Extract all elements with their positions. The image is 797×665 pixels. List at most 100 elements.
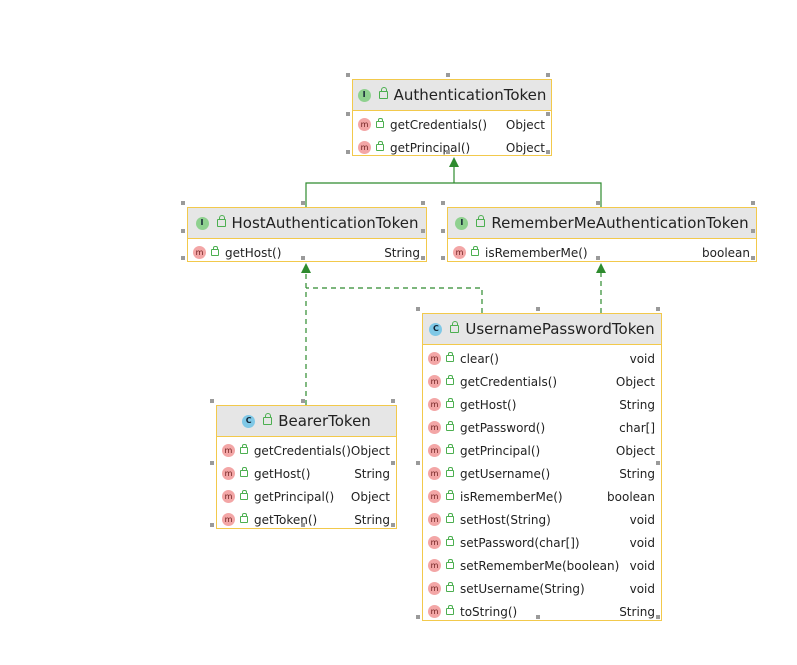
selection-handle[interactable]: [210, 461, 214, 465]
selection-handle[interactable]: [441, 256, 445, 260]
member-row[interactable]: m getCredentials() Object: [423, 370, 661, 393]
selection-handle[interactable]: [416, 307, 420, 311]
node-bearer-token[interactable]: C BearerToken m getCredentials() Object m getH…: [216, 405, 397, 529]
member-row[interactable]: m getHost() String: [188, 241, 426, 264]
selection-handle[interactable]: [421, 256, 425, 260]
public-visibility-icon: [446, 605, 454, 615]
selection-handle[interactable]: [181, 228, 185, 233]
selection-handle[interactable]: [181, 201, 185, 205]
member-name: getPassword(): [460, 420, 546, 435]
selection-handle[interactable]: [596, 256, 600, 260]
member-row[interactable]: m getPrincipal() Object: [353, 136, 551, 159]
selection-handle[interactable]: [301, 256, 305, 260]
selection-handle[interactable]: [536, 615, 540, 619]
selection-handle[interactable]: [656, 307, 660, 311]
member-name: getCredentials(): [390, 117, 488, 132]
selection-handle[interactable]: [751, 256, 755, 260]
member-row[interactable]: m getCredentials() Object: [217, 439, 396, 462]
selection-handle[interactable]: [421, 201, 425, 205]
method-icon: m: [428, 513, 441, 526]
member-return-type: void: [629, 535, 655, 550]
selection-handle[interactable]: [441, 201, 445, 205]
selection-handle[interactable]: [446, 73, 450, 77]
member-name: isRememberMe(): [460, 489, 563, 504]
selection-handle[interactable]: [416, 461, 420, 465]
selection-handle[interactable]: [210, 523, 214, 527]
member-name: setHost(String): [460, 512, 551, 527]
selection-handle[interactable]: [656, 461, 660, 465]
member-row[interactable]: m getPrincipal() Object: [217, 485, 396, 508]
node-authentication-token[interactable]: I AuthenticationToken m getCredentials() Obj…: [352, 79, 552, 156]
selection-handle[interactable]: [300, 523, 305, 527]
public-visibility-icon: [446, 490, 454, 500]
node-header: C BearerToken: [217, 406, 396, 437]
member-row[interactable]: m clear() void: [423, 347, 661, 370]
edge-upt-implements-host[interactable]: [306, 287, 483, 313]
selection-handle[interactable]: [346, 73, 350, 77]
selection-handle[interactable]: [546, 150, 550, 154]
method-icon: m: [428, 444, 441, 457]
member-name: getCredentials(): [253, 443, 351, 458]
selection-handle[interactable]: [416, 615, 420, 619]
selection-handle[interactable]: [751, 228, 755, 233]
class-icon: C: [429, 322, 443, 336]
member-row[interactable]: m toString() String: [423, 600, 661, 623]
member-row[interactable]: m getCredentials() Object: [353, 113, 551, 136]
selection-handle[interactable]: [346, 111, 350, 116]
member-row[interactable]: m getToken() String: [217, 508, 396, 531]
selection-handle[interactable]: [446, 150, 450, 154]
selection-handle[interactable]: [536, 307, 540, 311]
member-return-type: String: [384, 245, 420, 260]
selection-handle[interactable]: [546, 111, 550, 116]
node-title: UsernamePasswordToken: [465, 320, 655, 338]
selection-handle[interactable]: [346, 150, 350, 154]
selection-handle[interactable]: [656, 615, 660, 619]
method-icon: m: [428, 559, 441, 572]
selection-handle[interactable]: [441, 228, 445, 233]
public-visibility-icon: [446, 582, 454, 592]
method-icon: m: [428, 605, 441, 618]
method-icon: m: [428, 490, 441, 503]
member-row[interactable]: m setPassword(char[]) void: [423, 531, 661, 554]
member-row[interactable]: m getUsername() String: [423, 462, 661, 485]
member-row[interactable]: m getHost() String: [423, 393, 661, 416]
public-visibility-icon: [240, 490, 248, 500]
member-row[interactable]: m getPassword() char[]: [423, 416, 661, 439]
member-name: getHost(): [254, 466, 311, 481]
public-visibility-icon: [216, 215, 226, 227]
public-visibility-icon: [378, 87, 388, 99]
node-username-password-token[interactable]: C UsernamePasswordToken m clear() void m getCr…: [422, 313, 662, 621]
selection-handle[interactable]: [596, 201, 600, 205]
interface-icon: I: [357, 88, 371, 102]
member-name: clear(): [460, 351, 499, 366]
public-visibility-icon: [476, 215, 486, 227]
member-row[interactable]: m isRememberMe() boolean: [448, 241, 756, 264]
selection-handle[interactable]: [391, 461, 395, 465]
node-host-authentication-token[interactable]: I HostAuthenticationToken m getHost() String: [187, 207, 427, 262]
member-return-type: Object: [350, 443, 390, 458]
selection-handle[interactable]: [210, 399, 214, 403]
selection-handle[interactable]: [301, 201, 305, 205]
member-return-type: Object: [350, 489, 390, 504]
member-row[interactable]: m setRememberMe(boolean) void: [423, 554, 661, 577]
member-row[interactable]: m getHost() String: [217, 462, 396, 485]
edge-interfaces-extend-authentication-token[interactable]: [305, 182, 602, 207]
member-return-type: void: [629, 558, 655, 573]
member-name: setUsername(String): [460, 581, 585, 596]
selection-handle[interactable]: [181, 256, 185, 260]
node-header: I HostAuthenticationToken: [188, 208, 426, 239]
member-row[interactable]: m setUsername(String) void: [423, 577, 661, 600]
selection-handle[interactable]: [421, 228, 425, 233]
selection-handle[interactable]: [300, 399, 305, 403]
selection-handle[interactable]: [751, 201, 755, 205]
node-remember-me-authentication-token[interactable]: I RememberMeAuthenticationToken m isRemembe…: [447, 207, 757, 262]
member-return-type: char[]: [619, 420, 655, 435]
selection-handle[interactable]: [391, 523, 395, 527]
member-row[interactable]: m getPrincipal() Object: [423, 439, 661, 462]
member-row[interactable]: m setHost(String) void: [423, 508, 661, 531]
member-row[interactable]: m isRememberMe() boolean: [423, 485, 661, 508]
selection-handle[interactable]: [391, 399, 395, 403]
uml-canvas[interactable]: I AuthenticationToken m getCredentials() Obj…: [0, 0, 797, 665]
selection-handle[interactable]: [546, 73, 550, 77]
member-name: getPrincipal(): [254, 489, 335, 504]
